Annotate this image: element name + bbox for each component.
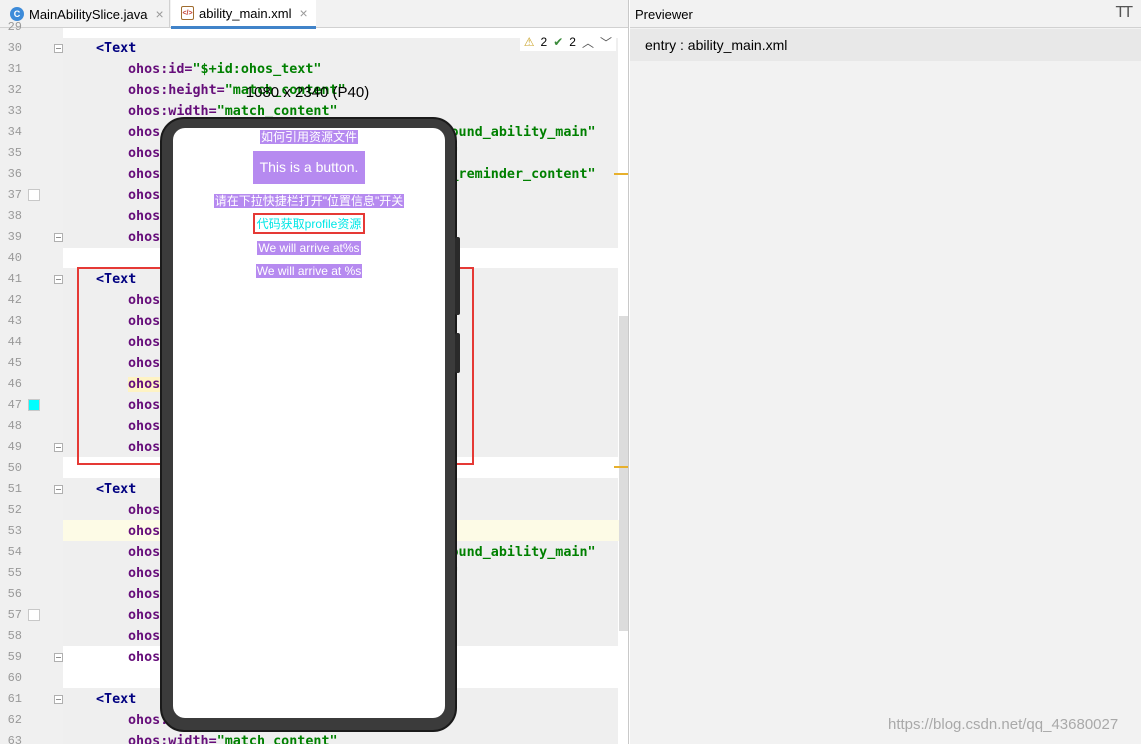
line-number: 48 <box>7 419 22 433</box>
line-number: 47 <box>7 398 22 412</box>
xml-attribute: ohos:id= <box>128 62 193 77</box>
line-number: 58 <box>7 629 22 643</box>
line-number: 56 <box>7 587 22 601</box>
line-number: 29 <box>7 20 22 34</box>
line-number: 38 <box>7 209 22 223</box>
line-number: 33 <box>7 104 22 118</box>
watermark: https://blog.csdn.net/qq_43680027 <box>888 716 1119 733</box>
line-number: 39 <box>7 230 22 244</box>
line-number: 34 <box>7 125 22 139</box>
line-number: 45 <box>7 356 22 370</box>
previewer-title: Previewer <box>635 7 693 22</box>
phone-volume-button <box>455 237 460 315</box>
fold-marker-icon[interactable] <box>54 275 63 284</box>
line-number: 30 <box>7 41 22 55</box>
vertical-scrollbar[interactable] <box>619 316 628 631</box>
line-number: 43 <box>7 314 22 328</box>
weak-warning-count: 2 <box>569 35 576 49</box>
line-number: 55 <box>7 566 22 580</box>
xml-value: "match_content" <box>216 734 338 744</box>
close-icon[interactable]: × <box>299 5 307 21</box>
line-number-gutter: 29 30 31 32 33 34 35 36 37 38 39 40 41 42 43 44 45 46 47 48… <box>0 20 63 744</box>
inspection-widget[interactable]: ⚠ 2 ✔ 2 ︿ ﹀ <box>519 33 616 51</box>
line-number: 62 <box>7 713 22 727</box>
line-number: 54 <box>7 545 22 559</box>
fold-marker-icon[interactable] <box>54 695 63 704</box>
chevron-down-icon[interactable]: ﹀ <box>600 34 612 51</box>
preview-button[interactable]: This is a button. <box>252 151 366 184</box>
code-line[interactable]: ohos:width="match_content" <box>128 731 338 744</box>
xml-tag: <Text <box>96 482 137 497</box>
editor-tab-bar: C MainAbilitySlice.java × </> ability_ma… <box>0 0 628 29</box>
line-number: 31 <box>7 62 22 76</box>
fold-marker-icon[interactable] <box>54 485 63 494</box>
arrive-text-preview-2: We will arrive at %s <box>255 264 363 278</box>
line-number: 49 <box>7 440 22 454</box>
line-number: 50 <box>7 461 22 475</box>
line-number: 51 <box>7 482 22 496</box>
code-line[interactable]: <Text <box>96 689 136 710</box>
line-number: 35 <box>7 146 22 160</box>
line-number: 61 <box>7 692 22 706</box>
previewer-panel: Previewer TT entry : ability_main.xml <box>630 0 1141 744</box>
line-number: 59 <box>7 650 22 664</box>
fold-marker-icon[interactable] <box>54 233 63 242</box>
line-number: 57 <box>7 608 22 622</box>
warning-count: 2 <box>540 35 548 49</box>
device-resolution: 1080 x 2340 (P40) <box>245 84 370 101</box>
line-number: 42 <box>7 293 22 307</box>
fold-marker-icon[interactable] <box>54 44 63 53</box>
line-number: 63 <box>7 734 22 744</box>
red-annotation-box: 代码获取profile资源 <box>252 213 366 234</box>
ohos-text-preview: 如何引用资源文件 <box>259 130 358 144</box>
code-line[interactable]: ohos:id="$+id:ohos_text" <box>128 59 322 80</box>
profile-text-preview: 代码获取profile资源 <box>256 217 362 231</box>
line-number: 60 <box>7 671 22 685</box>
line-number: 44 <box>7 335 22 349</box>
line-number: 53 <box>7 524 22 538</box>
line-number: 40 <box>7 251 22 265</box>
error-stripe-mark[interactable] <box>614 466 628 468</box>
tab-mainabilityslice-java[interactable]: C MainAbilitySlice.java × <box>0 0 170 28</box>
error-stripe-mark[interactable] <box>614 173 628 175</box>
entry-label: entry : ability_main.xml <box>645 37 788 53</box>
font-size-icon[interactable]: TT <box>1115 4 1132 22</box>
code-line[interactable]: <Text <box>96 479 136 500</box>
xml-file-icon: </> <box>181 6 194 20</box>
xml-value: "$+id:ohos_text" <box>192 62 322 77</box>
xml-tag: <Text <box>96 692 137 707</box>
code-line[interactable]: <Text <box>96 38 136 59</box>
fold-marker-icon[interactable] <box>54 653 63 662</box>
tab-label: MainAbilitySlice.java <box>29 6 148 22</box>
phone-screen: 如何引用资源文件 This is a button. 请在下拉快捷栏打开"位置信… <box>173 128 445 718</box>
tab-ability-main-xml[interactable]: </> ability_main.xml × <box>171 0 316 29</box>
line-number: 46 <box>7 377 22 391</box>
location-reminder-text: 请在下拉快捷栏打开"位置信息"开关 <box>213 194 405 208</box>
chevron-up-icon[interactable]: ︿ <box>582 34 594 51</box>
phone-power-button <box>455 333 460 373</box>
check-icon: ✔ <box>553 35 564 49</box>
color-swatch-icon[interactable] <box>28 189 40 201</box>
color-swatch-icon[interactable] <box>28 399 40 411</box>
xml-tag: <Text <box>96 41 137 56</box>
color-swatch-icon[interactable] <box>28 609 40 621</box>
tab-label: ability_main.xml <box>199 5 292 21</box>
line-number: 37 <box>7 188 22 202</box>
line-number: 41 <box>7 272 22 286</box>
arrive-text-preview: We will arrive at%s <box>257 241 361 255</box>
close-icon[interactable]: × <box>156 6 164 22</box>
line-number: 52 <box>7 503 22 517</box>
fold-marker-icon[interactable] <box>54 443 63 452</box>
previewer-entry-bar: entry : ability_main.xml <box>630 29 1141 61</box>
warning-icon: ⚠ <box>523 35 535 49</box>
line-number: 36 <box>7 167 22 181</box>
previewer-header: Previewer TT <box>630 0 1141 28</box>
xml-attribute: ohos:width= <box>128 734 217 744</box>
